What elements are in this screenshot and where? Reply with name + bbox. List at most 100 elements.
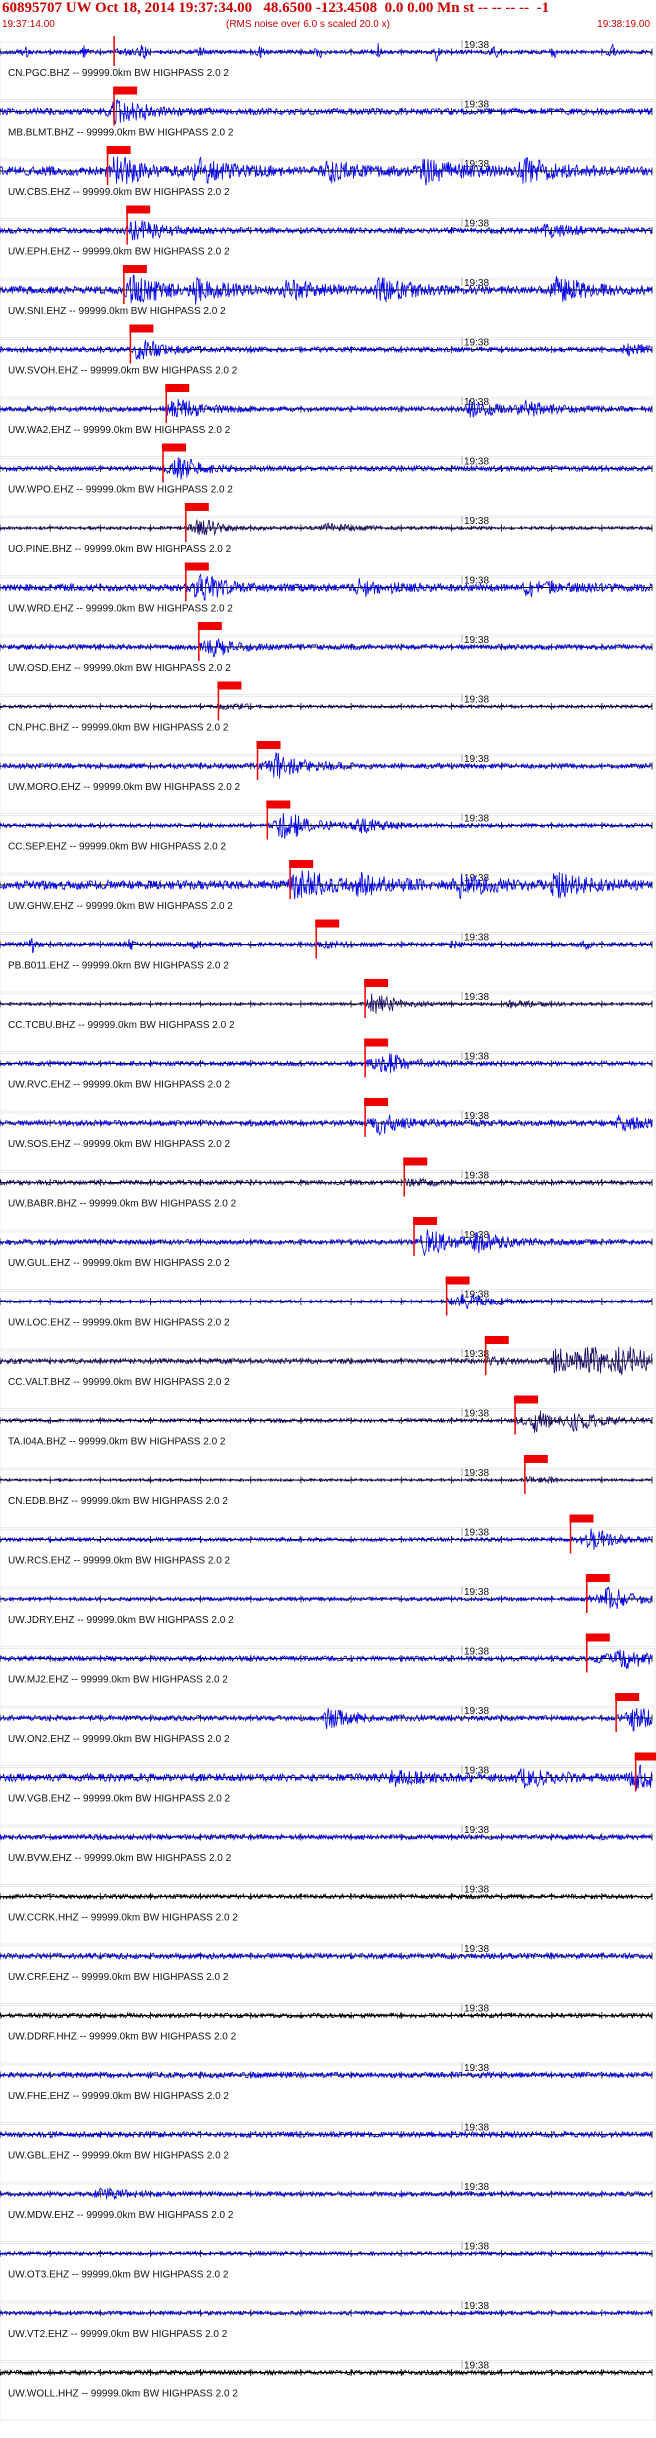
- minute-marker-label: 19:38: [464, 2123, 489, 2134]
- minute-marker-label: 19:38: [464, 635, 489, 646]
- event-title: 60895707 UW Oct 18, 2014 19:37:34.00 48.…: [2, 0, 550, 16]
- waveform-trace: [0, 519, 653, 536]
- trace-label: UW.FHE.EHZ -- 99999.0km BW HIGHPASS 2.0 …: [8, 2091, 229, 2102]
- pick-marker-flag: [289, 860, 314, 868]
- pick-marker-flag: [162, 443, 186, 452]
- trace-label: UW.DDRF.HHZ -- 99999.0km BW HIGHPASS 2.0…: [8, 2032, 237, 2043]
- trace-label: UW.BVW.EHZ -- 99999.0km BW HIGHPASS 2.0 …: [8, 1853, 232, 1864]
- trace-label: UW.LOC.EHZ -- 99999.0km BW HIGHPASS 2.0 …: [8, 1318, 230, 1329]
- trace-label: MB.BLMT.BHZ -- 99999.0km BW HIGHPASS 2.0…: [8, 128, 234, 139]
- pick-marker-flag: [256, 741, 281, 749]
- minute-marker-label: 19:38: [464, 933, 489, 944]
- minute-marker-label: 19:38: [464, 1528, 489, 1539]
- pick-marker-flag: [184, 503, 209, 511]
- minute-marker-label: 19:38: [464, 992, 489, 1003]
- pick-marker-flag: [569, 1514, 594, 1523]
- trace-label: UW.CCRK.HHZ -- 99999.0km BW HIGHPASS 2.0…: [8, 1913, 238, 1924]
- pick-marker-flag: [364, 1098, 389, 1106]
- trace-label: CN.EDB.BHZ -- 99999.0km BW HIGHPASS 2.0 …: [8, 1496, 228, 1507]
- minute-marker-label: 19:38: [464, 1706, 489, 1717]
- trace-label: TA.I04A.BHZ -- 99999.0km BW HIGHPASS 2.0…: [8, 1437, 226, 1448]
- trace-label: CN.PHC.BHZ -- 99999.0km BW HIGHPASS 2.0 …: [8, 723, 229, 734]
- trace-label: UW.MDW.EHZ -- 99999.0km BW HIGHPASS 2.0 …: [8, 2210, 234, 2221]
- trace-label: UW.WRD.EHZ -- 99999.0km BW HIGHPASS 2.0 …: [8, 604, 233, 615]
- waveform-trace: [0, 702, 653, 712]
- minute-marker-label: 19:38: [464, 219, 489, 230]
- minute-marker-label: 19:38: [464, 40, 489, 51]
- waveform-trace: [0, 1229, 653, 1256]
- trace-label: UW.ON2.EHZ -- 99999.0km BW HIGHPASS 2.0 …: [8, 1734, 230, 1745]
- minute-marker-label: 19:38: [464, 576, 489, 587]
- end-time-label: 19:38:19.00: [597, 19, 650, 30]
- pick-marker-flag: [129, 324, 154, 333]
- pick-marker-flag: [184, 562, 209, 571]
- trace-label: UW.WOLL.HHZ -- 99999.0km BW HIGHPASS 2.0…: [8, 2389, 238, 2400]
- waveform-trace: [0, 638, 653, 658]
- trace-label: UW.RVC.EHZ -- 99999.0km BW HIGHPASS 2.0 …: [8, 1080, 230, 1091]
- trace-label: UW.MJ2.EHZ -- 99999.0km BW HIGHPASS 2.0 …: [8, 1675, 228, 1686]
- minute-marker-label: 19:38: [464, 695, 489, 706]
- minute-marker-label: 19:38: [464, 516, 489, 527]
- trace-label: UW.JDRY.EHZ -- 99999.0km BW HIGHPASS 2.0…: [8, 1615, 234, 1626]
- waveform-trace: [0, 938, 653, 954]
- minute-marker-label: 19:38: [464, 2004, 489, 2015]
- minute-marker-label: 19:38: [464, 1825, 489, 1836]
- trace-label: UW.OSD.EHZ -- 99999.0km BW HIGHPASS 2.0 …: [8, 663, 231, 674]
- minute-marker-label: 19:38: [464, 754, 489, 765]
- trace-label: UW.RCS.EHZ -- 99999.0km BW HIGHPASS 2.0 …: [8, 1556, 231, 1567]
- pick-marker-flag: [364, 1038, 389, 1047]
- seismogram-chart: 19:38 CN.PGC.BHZ -- 99999.0km BW HIGHPASS…: [0, 36, 656, 2421]
- minute-marker-label: 19:38: [464, 1111, 489, 1122]
- trace-label: UW.SNI.EHZ -- 99999.0km BW HIGHPASS 2.0 …: [8, 306, 226, 317]
- trace-label: CC.SEP.EHZ -- 99999.0km BW HIGHPASS 2.0 …: [8, 842, 226, 853]
- minute-marker-label: 19:38: [464, 2182, 489, 2193]
- trace-label: UW.GBL.EHZ -- 99999.0km BW HIGHPASS 2.0 …: [8, 2151, 229, 2162]
- waveform-trace: [0, 993, 653, 1014]
- trace-label: PB.B011.EHZ -- 99999.0km BW HIGHPASS 2.0…: [8, 961, 229, 972]
- pick-marker-flag: [126, 205, 151, 214]
- trace-label: UW.SOS.EHZ -- 99999.0km BW HIGHPASS 2.0 …: [8, 1139, 231, 1150]
- minute-marker-label: 19:38: [464, 1587, 489, 1598]
- trace-label: CC.TCBU.BHZ -- 99999.0km BW HIGHPASS 2.0…: [8, 1020, 235, 1031]
- trace-label: UW.CBS.EHZ -- 99999.0km BW HIGHPASS 2.0 …: [8, 187, 230, 198]
- pick-marker-flag: [484, 1336, 509, 1344]
- pick-marker-flag: [615, 1693, 640, 1701]
- trace-label: UW.OT3.EHZ -- 99999.0km BW HIGHPASS 2.0 …: [8, 2270, 229, 2281]
- waveform-trace: [0, 1707, 653, 1732]
- waveform-trace: [0, 398, 653, 418]
- pick-marker-flag: [523, 1455, 548, 1463]
- start-time-label: 19:37:14.00: [2, 19, 55, 30]
- waveform-trace: [0, 274, 653, 305]
- pick-marker-flag: [413, 1217, 438, 1225]
- pick-marker-flag: [315, 919, 340, 928]
- plot-header: 60895707 UW Oct 18, 2014 19:37:34.00 48.…: [0, 0, 656, 36]
- trace-label: CC.VALT.BHZ -- 99999.0km BW HIGHPASS 2.0…: [8, 1377, 230, 1388]
- minute-marker-label: 19:38: [464, 1885, 489, 1896]
- minute-marker-label: 19:38: [464, 1409, 489, 1420]
- minute-marker-label: 19:38: [464, 1647, 489, 1658]
- waveform-trace: [0, 1586, 653, 1610]
- trace-label: CN.PGC.BHZ -- 99999.0km BW HIGHPASS 2.0 …: [8, 68, 229, 79]
- minute-marker-label: 19:38: [464, 2361, 489, 2372]
- minute-marker-label: 19:38: [464, 1468, 489, 1479]
- pick-marker-flag: [514, 1395, 539, 1404]
- trace-label: UW.BABR.BHZ -- 99999.0km BW HIGHPASS 2.0…: [8, 1199, 237, 1210]
- waveform-trace: [0, 1410, 653, 1433]
- trace-label: UO.PINE.BHZ -- 99999.0km BW HIGHPASS 2.0…: [8, 544, 232, 555]
- waveform-trace: [0, 1114, 653, 1136]
- minute-marker-label: 19:38: [464, 1944, 489, 1955]
- trace-label: UW.CRF.EHZ -- 99999.0km BW HIGHPASS 2.0 …: [8, 1972, 229, 1983]
- minute-marker-label: 19:38: [464, 1290, 489, 1301]
- trace-label: UW.MORO.EHZ -- 99999.0km BW HIGHPASS 2.0…: [8, 782, 241, 793]
- pick-marker-flag: [585, 1633, 610, 1642]
- pick-marker-flag: [634, 1752, 656, 1761]
- pick-marker-flag: [266, 800, 291, 809]
- pick-marker-flag: [445, 1276, 470, 1285]
- waveform-trace: [0, 1832, 653, 1842]
- pick-marker-flag: [403, 1157, 428, 1166]
- pick-marker-flag: [113, 86, 138, 95]
- pick-marker-flag: [165, 384, 190, 392]
- pick-marker-flag: [585, 1574, 610, 1582]
- trace-label: UW.VT2.EHZ -- 99999.0km BW HIGHPASS 2.0 …: [8, 2329, 228, 2340]
- rms-note: (RMS noise over 6.0 s scaled 20.0 x): [226, 19, 390, 30]
